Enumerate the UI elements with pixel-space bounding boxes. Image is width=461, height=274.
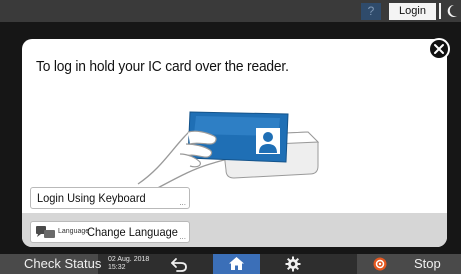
stop-label: Stop xyxy=(414,256,441,271)
language-icon xyxy=(36,226,55,238)
help-button[interactable]: ? xyxy=(361,3,381,20)
login-button[interactable]: Login xyxy=(389,3,436,20)
more-dots: ... xyxy=(179,232,186,241)
language-small-label: Language xyxy=(58,228,90,235)
login-using-keyboard-label: Login Using Keyboard xyxy=(37,191,146,205)
close-icon xyxy=(434,44,444,54)
close-button[interactable] xyxy=(428,38,450,60)
ic-card-illustration xyxy=(137,111,320,193)
check-status-button[interactable]: Check Status xyxy=(0,254,101,274)
top-separator xyxy=(439,3,441,19)
bottom-bar: Check Status 02 Aug. 2018 15:32 Stop xyxy=(0,254,461,274)
top-bar: ? Login xyxy=(0,0,461,22)
back-icon[interactable] xyxy=(170,257,188,272)
gear-icon[interactable] xyxy=(285,256,301,272)
date-text: 02 Aug. 2018 xyxy=(108,256,150,263)
home-icon xyxy=(229,257,244,270)
help-icon: ? xyxy=(367,4,375,18)
login-using-keyboard-button[interactable]: Login Using Keyboard ... xyxy=(30,187,190,209)
change-language-label: Change Language xyxy=(87,225,178,239)
dialog-message: To log in hold your IC card over the rea… xyxy=(36,58,289,75)
date-time: 02 Aug. 2018 15:32 xyxy=(108,256,149,272)
more-dots: ... xyxy=(179,198,186,207)
moon-icon[interactable] xyxy=(445,2,459,20)
time-text: 15:32 xyxy=(108,264,126,271)
home-button[interactable] xyxy=(213,254,260,274)
stop-button[interactable]: Stop xyxy=(357,254,461,274)
stop-icon xyxy=(373,257,387,271)
ic-card-login-dialog: To log in hold your IC card over the rea… xyxy=(22,39,447,247)
change-language-button[interactable]: Language Change Language ... xyxy=(30,221,190,243)
